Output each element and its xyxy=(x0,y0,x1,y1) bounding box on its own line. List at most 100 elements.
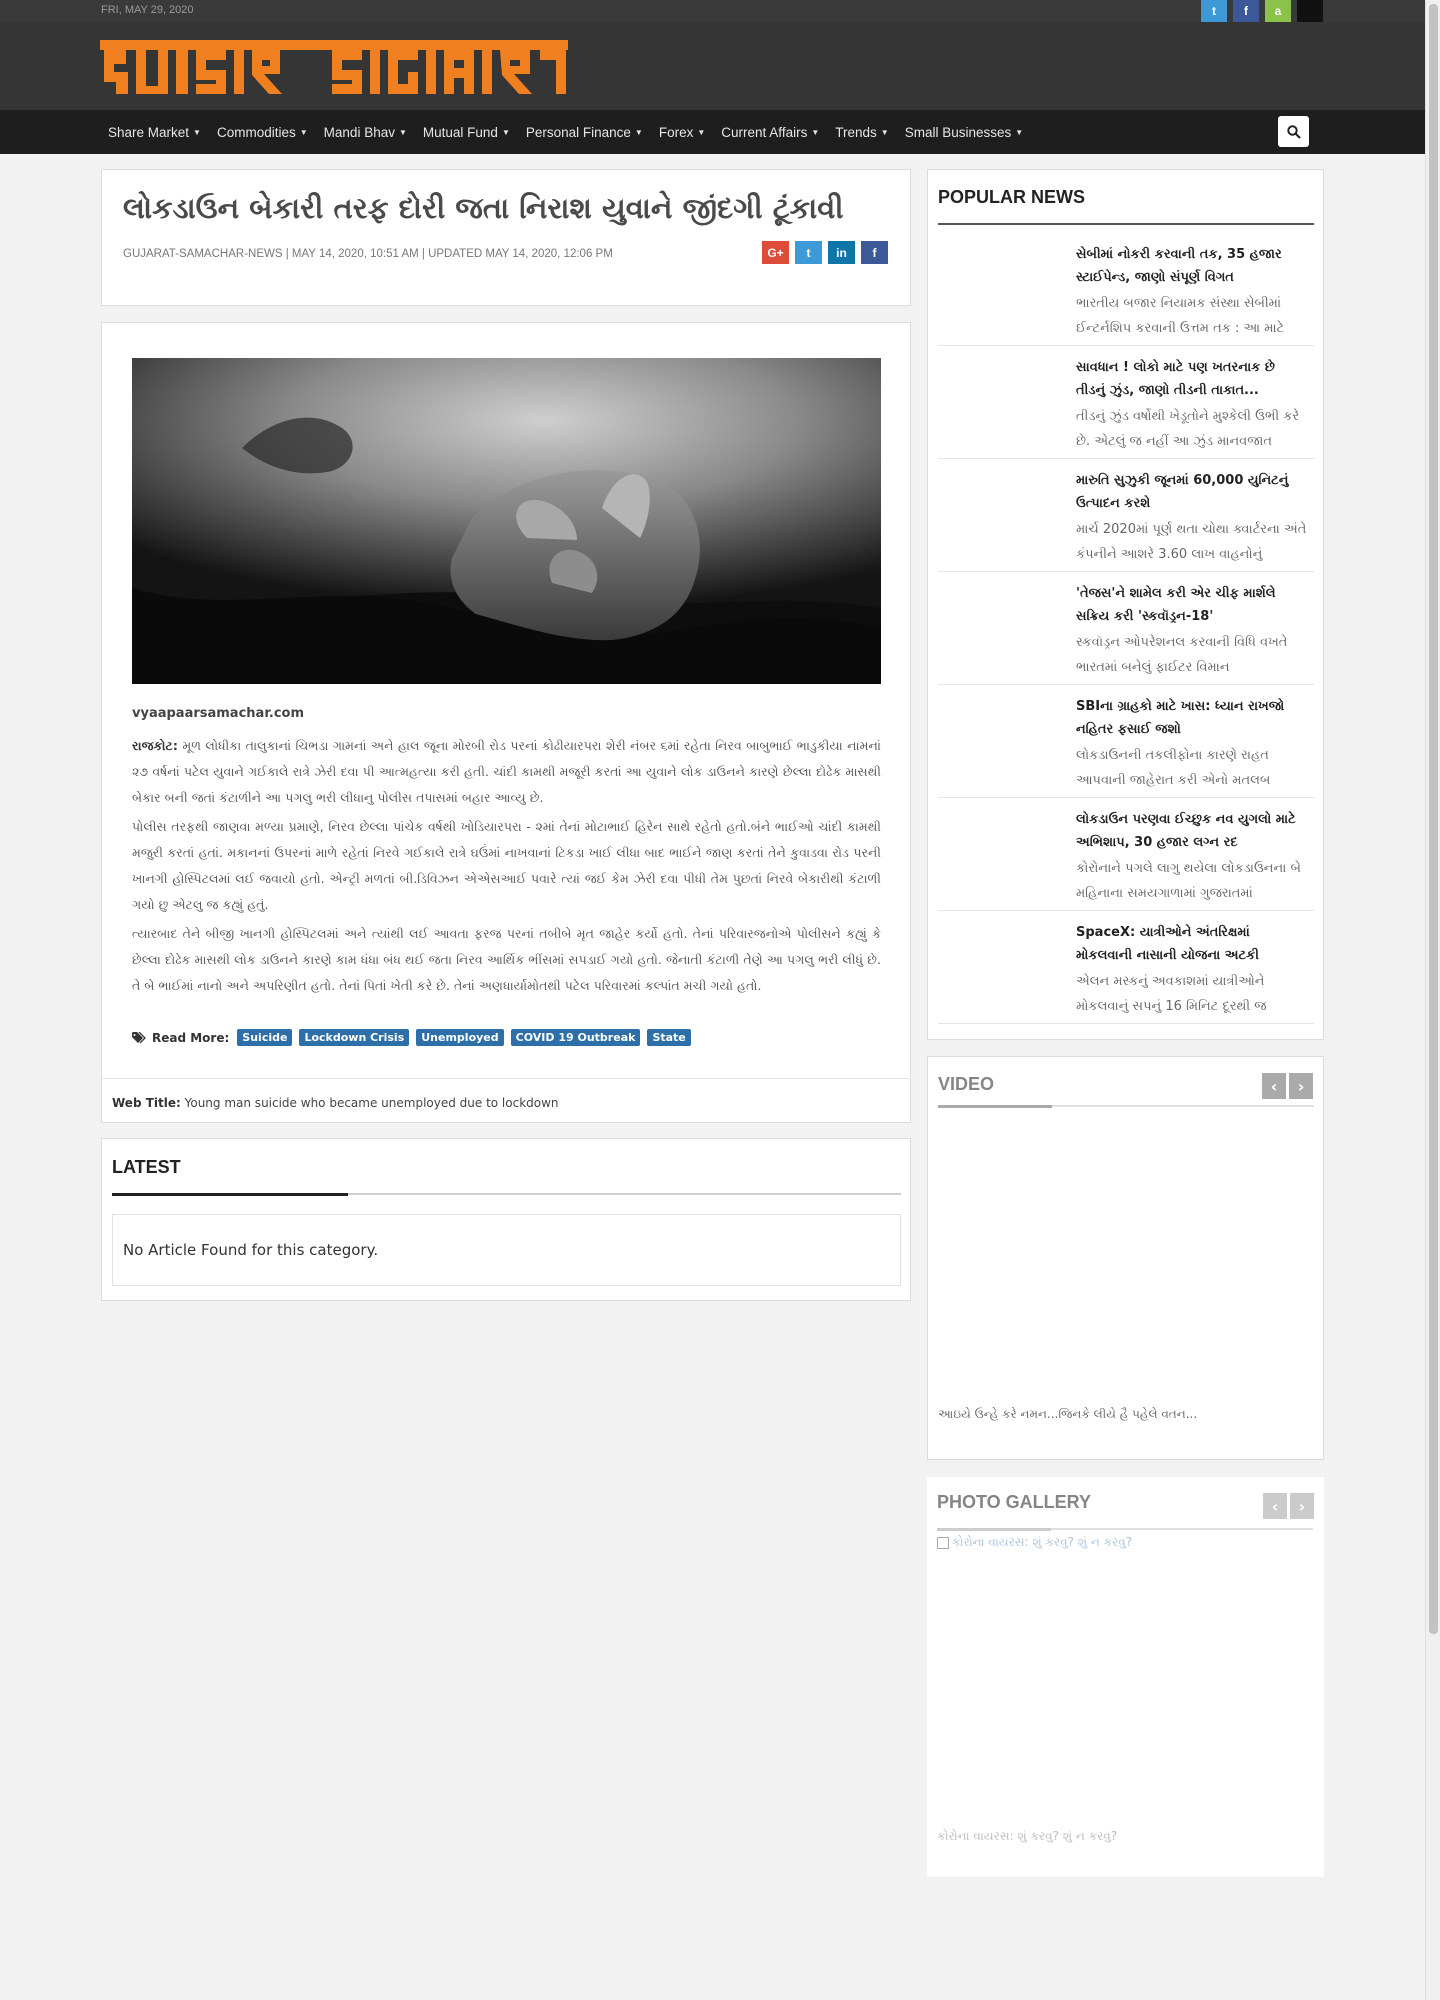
nav-item-label: Trends xyxy=(835,124,877,140)
gallery-image-alt: કોરોના વાયરસ: શું કરવુ? શું ન કરવુ? xyxy=(952,1535,1133,1549)
caret-down-icon: ▼ xyxy=(880,127,889,137)
web-title: Web Title: Young man suicide who became … xyxy=(112,1096,559,1110)
video-title-underline xyxy=(938,1105,1314,1108)
tags-icon xyxy=(132,1031,146,1043)
hand-photo xyxy=(132,358,881,684)
search-icon xyxy=(1286,124,1301,139)
nav-item-trends[interactable]: Trends ▼ xyxy=(827,125,896,140)
news-title[interactable]: સેબીમાં નોકરી કરવાની તક, 35 હજાર સ્ટાઈપે… xyxy=(1076,243,1308,289)
web-title-row: Web Title: Young man suicide who became … xyxy=(102,1078,911,1126)
nav-item-label: Mutual Fund xyxy=(422,124,498,140)
popular-news-item[interactable]: SpaceX: યાત્રીઓને અંતરિક્ષમાં મોકલવાની ન… xyxy=(938,911,1314,1024)
news-thumbnail[interactable] xyxy=(938,241,1058,337)
article-paragraph-1: રાજકોટ: મૂળ લોધીકા તાલુકાનાં ચિભડા ગામના… xyxy=(132,733,881,811)
news-summary: સ્કવૉડ્રન ઓપરેશનલ કરવાની વિધિ વખતે ભારતમ… xyxy=(1076,635,1288,675)
nav-item-label: Forex xyxy=(658,124,694,140)
tag-link[interactable]: Lockdown Crisis xyxy=(299,1029,410,1046)
news-title[interactable]: મારુતિ સુઝુકી જૂનમાં 60,000 યુનિટનું ઉત્… xyxy=(1076,469,1308,515)
video-carousel-controls: ‹ › xyxy=(1262,1073,1313,1099)
nav-item-small-businesses[interactable]: Small Businesses ▼ xyxy=(897,125,1031,140)
scrollbar-thumb[interactable] xyxy=(1429,4,1438,1634)
news-thumbnail[interactable] xyxy=(938,354,1058,450)
gallery-prev-button[interactable]: ‹ xyxy=(1263,1493,1287,1519)
nav-item-commodities[interactable]: Commodities ▼ xyxy=(209,125,316,140)
facebook-icon[interactable]: f xyxy=(1233,0,1259,22)
popular-title-underline xyxy=(938,223,1314,225)
nav-item-forex[interactable]: Forex ▼ xyxy=(651,125,713,140)
paragraph-text: મૂળ લોધીકા તાલુકાનાં ચિભડા ગામનાં અને હા… xyxy=(132,738,881,805)
video-caption[interactable]: આઇયે ઉન્હે કરે નમન...જિનકે લીયે હૈ પહેલે… xyxy=(938,1407,1197,1422)
news-thumbnail[interactable] xyxy=(938,580,1058,676)
gallery-image-placeholder[interactable]: કોરોના વાયરસ: શું કરવુ? શું ન કરવુ? xyxy=(937,1535,1132,1550)
gallery-title-underline xyxy=(937,1528,1313,1531)
twitter-icon[interactable]: t xyxy=(795,241,822,264)
news-thumbnail[interactable] xyxy=(938,806,1058,902)
article-header-card: લોકડાઉન બેકારી તરફ દોરી જતા નિરાશ યુવાને… xyxy=(101,169,911,306)
tag-link[interactable]: State xyxy=(647,1029,691,1046)
popular-news-item[interactable]: 'તેજસ'ને શામેલ કરી એર ચીફ માર્શલે સક્રિય… xyxy=(938,572,1314,685)
news-title[interactable]: સાવધાન ! લોકો માટે પણ ખતરનાક છે તીડનું ઝ… xyxy=(1076,356,1308,402)
gallery-caption[interactable]: કોરોના વાયરસ: શું કરવુ? શું ન કરવુ? xyxy=(937,1829,1117,1844)
news-thumbnail[interactable] xyxy=(938,919,1058,1015)
apple-icon[interactable] xyxy=(1297,0,1323,22)
nav-item-mandi-bhav[interactable]: Mandi Bhav ▼ xyxy=(316,125,415,140)
popular-news-item[interactable]: SBIના ગ્રાહકો માટે ખાસ: ધ્યાન રાખજો નહિત… xyxy=(938,685,1314,798)
latest-title-underline xyxy=(112,1193,901,1196)
android-icon[interactable]: a xyxy=(1265,0,1291,22)
read-more-label: Read More: xyxy=(152,1030,230,1045)
news-title[interactable]: SBIના ગ્રાહકો માટે ખાસ: ધ્યાન રાખજો નહિત… xyxy=(1076,695,1308,741)
caret-down-icon: ▼ xyxy=(1015,127,1024,137)
nav-menu: Share Market ▼ Commodities ▼ Mandi Bhav ▼ Mutu… xyxy=(100,110,1031,154)
nav-item-current-affairs[interactable]: Current Affairs ▼ xyxy=(713,125,827,140)
news-title[interactable]: SpaceX: યાત્રીઓને અંતરિક્ષમાં મોકલવાની ન… xyxy=(1076,921,1308,967)
nav-item-share-market[interactable]: Share Market ▼ xyxy=(100,125,209,140)
read-more-tags: Read More: Suicide Lockdown Crisis Unemplo… xyxy=(132,1029,691,1046)
popular-news-item[interactable]: સાવધાન ! લોકો માટે પણ ખતરનાક છે તીડનું ઝ… xyxy=(938,346,1314,459)
page-scrollbar[interactable] xyxy=(1425,0,1440,2000)
news-title[interactable]: લોકડાઉન પરણવા ઈચ્છુક નવ યુગલો માટે અભિશા… xyxy=(1076,808,1308,854)
search-button[interactable] xyxy=(1278,116,1309,147)
gallery-next-button[interactable]: › xyxy=(1290,1493,1314,1519)
article-hero-image xyxy=(132,358,881,684)
news-thumbnail[interactable] xyxy=(938,693,1058,789)
site-header xyxy=(0,22,1425,110)
popular-news-item[interactable]: મારુતિ સુઝુકી જૂનમાં 60,000 યુનિટનું ઉત્… xyxy=(938,459,1314,572)
article-headline: લોકડાઉન બેકારી તરફ દોરી જતા નિરાશ યુવાને… xyxy=(123,191,844,225)
video-prev-button[interactable]: ‹ xyxy=(1262,1073,1286,1099)
google-plus-icon[interactable]: G+ xyxy=(762,241,789,264)
nav-item-mutual-fund[interactable]: Mutual Fund ▼ xyxy=(415,125,518,140)
news-title[interactable]: 'તેજસ'ને શામેલ કરી એર ચીફ માર્શલે સક્રિય… xyxy=(1076,582,1308,628)
article-paragraph-3: ત્યારબાદ તેને બીજી ખાનગી હોસ્પિટલમાં અને… xyxy=(132,926,881,993)
caret-down-icon: ▼ xyxy=(193,127,201,137)
twitter-icon[interactable]: t xyxy=(1201,0,1227,22)
news-thumbnail[interactable] xyxy=(938,467,1058,563)
linkedin-icon[interactable]: in xyxy=(828,241,855,264)
caret-down-icon: ▼ xyxy=(501,127,510,137)
article-meta: GUJARAT-SAMACHAR-NEWS | MAY 14, 2020, 10… xyxy=(123,248,613,260)
caret-down-icon: ▼ xyxy=(697,127,706,137)
caret-down-icon: ▼ xyxy=(811,127,820,137)
video-title: VIDEO xyxy=(938,1074,995,1094)
gallery-title: PHOTO GALLERY xyxy=(937,1492,1092,1512)
web-title-text: Young man suicide who became unemployed … xyxy=(180,1096,559,1110)
news-summary: એલન મસ્કનું અવકાશમાં યાત્રીઓને મોકલવાનું… xyxy=(1076,974,1267,1014)
site-logo[interactable] xyxy=(100,32,570,102)
tag-link[interactable]: Unemployed xyxy=(416,1029,504,1046)
tag-link[interactable]: Suicide xyxy=(237,1029,293,1046)
article-paragraph-2: પોલીસ તરફથી જાણવા મળ્યા પ્રમાણે, નિરવ છે… xyxy=(132,819,881,912)
share-buttons: G+ t in f xyxy=(762,241,888,264)
nav-item-label: Personal Finance xyxy=(525,124,631,140)
tag-link[interactable]: COVID 19 Outbreak xyxy=(510,1029,641,1046)
caret-down-icon: ▼ xyxy=(398,127,407,137)
nav-item-label: Share Market xyxy=(108,124,190,140)
facebook-icon[interactable]: f xyxy=(861,241,888,264)
popular-news-item[interactable]: લોકડાઉન પરણવા ઈચ્છુક નવ યુગલો માટે અભિશા… xyxy=(938,798,1314,911)
web-title-label: Web Title: xyxy=(112,1096,181,1110)
nav-item-personal-finance[interactable]: Personal Finance ▼ xyxy=(518,125,651,140)
popular-news-item[interactable]: સેબીમાં નોકરી કરવાની તક, 35 હજાર સ્ટાઈપે… xyxy=(938,233,1314,346)
news-summary: લોકડાઉનની તકલીફોના કારણે રાહત આપવાની જાહ… xyxy=(1076,748,1271,788)
dateline: રાજકોટ: xyxy=(132,738,178,753)
nav-item-label: Current Affairs xyxy=(721,124,808,140)
news-summary: તીડનું ઝુંડ વર્ષોથી ખેડૂતોને મુશ્કેલી ઉભ… xyxy=(1076,409,1300,449)
video-next-button[interactable]: › xyxy=(1289,1073,1313,1099)
